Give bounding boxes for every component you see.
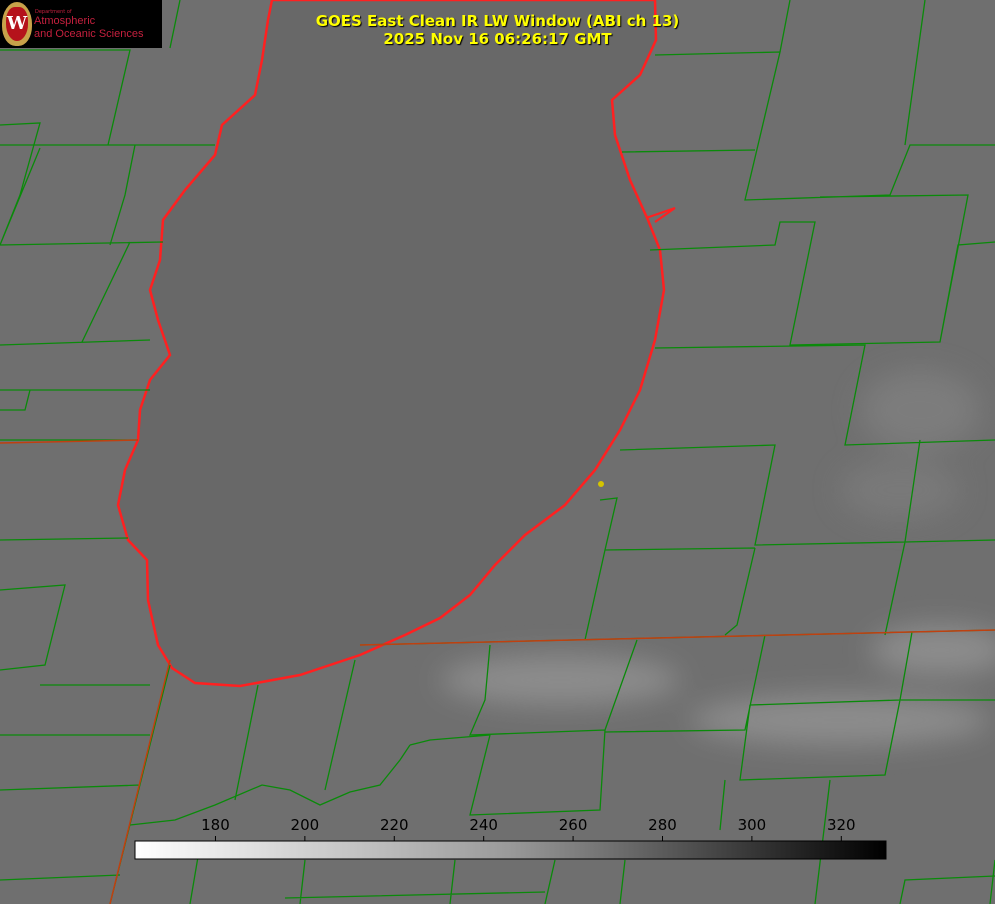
image-title: GOES East Clean IR LW Window (ABI ch 13)… — [0, 12, 995, 48]
satellite-image-view: 180 200 220 240 260 280 300 320 W Department of… — [0, 0, 995, 904]
title-product: GOES East Clean IR LW Window (ABI ch 13) — [315, 12, 680, 30]
location-marker — [598, 481, 604, 487]
colorbar-tick-label: 180 — [201, 816, 230, 834]
colorbar-tick-label: 200 — [291, 816, 320, 834]
colorbar-tick-label: 320 — [827, 816, 856, 834]
colorbar-tick-label: 280 — [648, 816, 677, 834]
colorbar-tick-label: 300 — [738, 816, 767, 834]
colorbar-tick-label: 240 — [469, 816, 498, 834]
title-timestamp: 2025 Nov 16 06:26:17 GMT — [383, 30, 612, 48]
colorbar-tick-label: 220 — [380, 816, 409, 834]
colorbar: 180 200 220 240 260 280 300 320 — [134, 816, 887, 860]
colorbar-tick-label: 260 — [559, 816, 588, 834]
map-canvas: 180 200 220 240 260 280 300 320 — [0, 0, 995, 904]
colorbar-gradient — [134, 840, 887, 860]
shoreline-spit — [645, 207, 676, 223]
lake-michigan — [116, 0, 666, 688]
